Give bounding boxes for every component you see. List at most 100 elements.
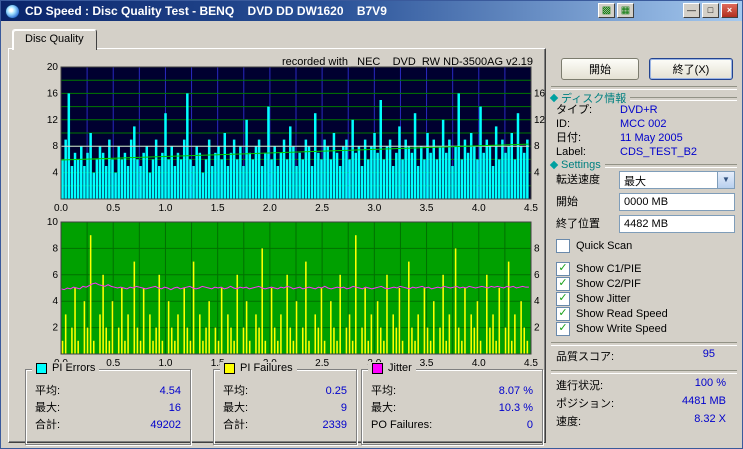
pi-errors-stats-title: PI Errors — [52, 362, 96, 374]
quality-score-row: 品質スコア: 95 — [556, 348, 715, 364]
disc-type-value: DVD+R — [620, 104, 658, 116]
svg-text:12: 12 — [47, 115, 59, 126]
titlebar-tool-icon-1[interactable]: ▩ — [598, 3, 615, 18]
svg-text:3.5: 3.5 — [420, 203, 434, 214]
stat-value: 0.25 — [325, 385, 347, 397]
diamond-icon — [549, 93, 559, 103]
disc-date-label: 日付: — [556, 132, 582, 144]
disc-label-value: CDS_TEST_B2 — [620, 146, 698, 158]
svg-text:6: 6 — [52, 270, 58, 281]
disc-quality-page: recorded with _NEC DVD_RW ND-3500AG v2.1… — [8, 48, 546, 445]
svg-text:8: 8 — [52, 141, 58, 152]
speed-label: 速度: — [556, 416, 582, 428]
stat-value: 10.3 % — [498, 402, 533, 414]
stat-value: 16 — [168, 402, 181, 414]
settings-header-label: Settings — [561, 159, 601, 171]
header-rule — [604, 163, 737, 168]
disc-info-rows: タイプ: DVD+R ID: MCC 002 日付: 11 May 2005 Labe… — [549, 103, 739, 159]
svg-text:2.0: 2.0 — [263, 203, 277, 214]
svg-text:3.0: 3.0 — [367, 203, 381, 214]
stat-value: 9 — [340, 402, 347, 414]
show-c1-pie-label: Show C1/PIE — [576, 263, 642, 275]
stat-label: 最大: — [223, 402, 249, 414]
app-disc-icon — [5, 3, 20, 19]
start-position-field[interactable] — [619, 193, 735, 211]
svg-text:4: 4 — [52, 168, 58, 179]
svg-text:4: 4 — [534, 296, 540, 307]
show-c2-pif-checkbox[interactable]: ✓ — [556, 277, 570, 291]
stat-label: 平均: — [223, 385, 249, 397]
minimize-button[interactable]: — — [683, 3, 700, 18]
svg-text:8: 8 — [52, 243, 58, 254]
transfer-speed-select[interactable]: 最大 ▼ — [619, 171, 735, 189]
close-button[interactable]: × — [721, 3, 738, 18]
svg-text:0.5: 0.5 — [106, 358, 120, 369]
title-bar: CD Speed : Disc Quality Test - BENQ DVD … — [1, 1, 742, 21]
progress-value: 100 % — [694, 377, 726, 389]
pi-failures-jitter-chart: 24681024680.00.51.01.52.02.53.03.54.04.5 — [39, 217, 551, 373]
disc-id-label: ID: — [556, 118, 571, 130]
stat-label: 平均: — [371, 385, 397, 397]
start-position-label: 開始 — [556, 196, 578, 208]
show-jitter-checkbox[interactable]: ✓ — [556, 292, 570, 306]
svg-text:1.5: 1.5 — [211, 203, 225, 214]
speed-value: 8.32 X — [694, 413, 726, 425]
stat-label: 最大: — [35, 402, 61, 414]
pi-errors-stats-box: PI Errors 平均: 4.54 最大: 16 合計: 49202 — [25, 362, 191, 445]
stat-label: 最大: — [371, 402, 397, 414]
settings-header: Settings — [549, 159, 737, 171]
jitter-stats-box: Jitter 平均: 8.07 % 最大: 10.3 % PO Failures: 0 — [361, 362, 543, 445]
quick-scan-checkbox[interactable] — [556, 239, 570, 253]
pi-errors-swatch — [36, 362, 47, 374]
position-label: ポジション: — [556, 398, 615, 410]
svg-text:2.5: 2.5 — [315, 358, 329, 369]
stat-label: 合計: — [223, 419, 249, 431]
jitter-swatch — [372, 362, 383, 374]
svg-text:1.0: 1.0 — [158, 358, 172, 369]
pi-failures-swatch — [224, 362, 235, 374]
position-row: ポジション: 4481 MB — [556, 395, 726, 411]
svg-text:1.0: 1.0 — [158, 203, 172, 214]
stat-label: 平均: — [35, 385, 61, 397]
svg-text:12: 12 — [534, 115, 546, 126]
pi-failures-stats-title: PI Failures — [240, 362, 293, 374]
cd-speed-window: CD Speed : Disc Quality Test - BENQ DVD … — [0, 0, 743, 449]
show-read-speed-label: Show Read Speed — [576, 308, 668, 320]
show-write-speed-checkbox[interactable]: ✓ — [556, 322, 570, 336]
start-button[interactable]: 開始 — [561, 58, 639, 80]
diamond-icon — [549, 160, 559, 170]
show-c1-pie-checkbox[interactable]: ✓ — [556, 262, 570, 276]
svg-text:16: 16 — [534, 88, 546, 99]
separator — [551, 342, 737, 346]
svg-text:4: 4 — [52, 296, 58, 307]
exit-button[interactable]: 終了(X) — [649, 58, 733, 80]
stat-label: PO Failures: — [371, 419, 433, 431]
disc-label-label: Label: — [556, 146, 586, 158]
chevron-down-icon[interactable]: ▼ — [717, 172, 734, 188]
maximize-button[interactable]: □ — [702, 3, 719, 18]
transfer-speed-value: 最大 — [624, 176, 646, 188]
quality-score-label: 品質スコア: — [556, 351, 615, 363]
svg-text:0.0: 0.0 — [54, 203, 68, 214]
stat-label: 合計: — [35, 419, 61, 431]
stat-value: 49202 — [150, 419, 181, 431]
svg-text:0.5: 0.5 — [106, 203, 120, 214]
svg-text:16: 16 — [47, 88, 59, 99]
tab-control: Disc Quality recorded with _NEC DVD_RW N… — [8, 29, 546, 445]
svg-text:8: 8 — [534, 141, 540, 152]
svg-text:10: 10 — [47, 218, 59, 228]
quality-score-value: 95 — [702, 348, 715, 360]
show-read-speed-checkbox[interactable]: ✓ — [556, 307, 570, 321]
svg-text:8: 8 — [534, 243, 540, 254]
stat-value: 2339 — [322, 419, 347, 431]
header-rule — [630, 96, 737, 101]
disc-date-value: 11 May 2005 — [620, 132, 683, 144]
titlebar-tool-icon-2[interactable]: ▦ — [617, 3, 634, 18]
svg-text:4.5: 4.5 — [524, 203, 538, 214]
stat-value: 4.54 — [159, 385, 181, 397]
disc-type-label: タイプ: — [556, 104, 593, 116]
svg-text:2.5: 2.5 — [315, 203, 329, 214]
end-position-field[interactable] — [619, 215, 735, 233]
tab-disc-quality[interactable]: Disc Quality — [12, 29, 97, 50]
speed-row: 速度: 8.32 X — [556, 413, 726, 429]
